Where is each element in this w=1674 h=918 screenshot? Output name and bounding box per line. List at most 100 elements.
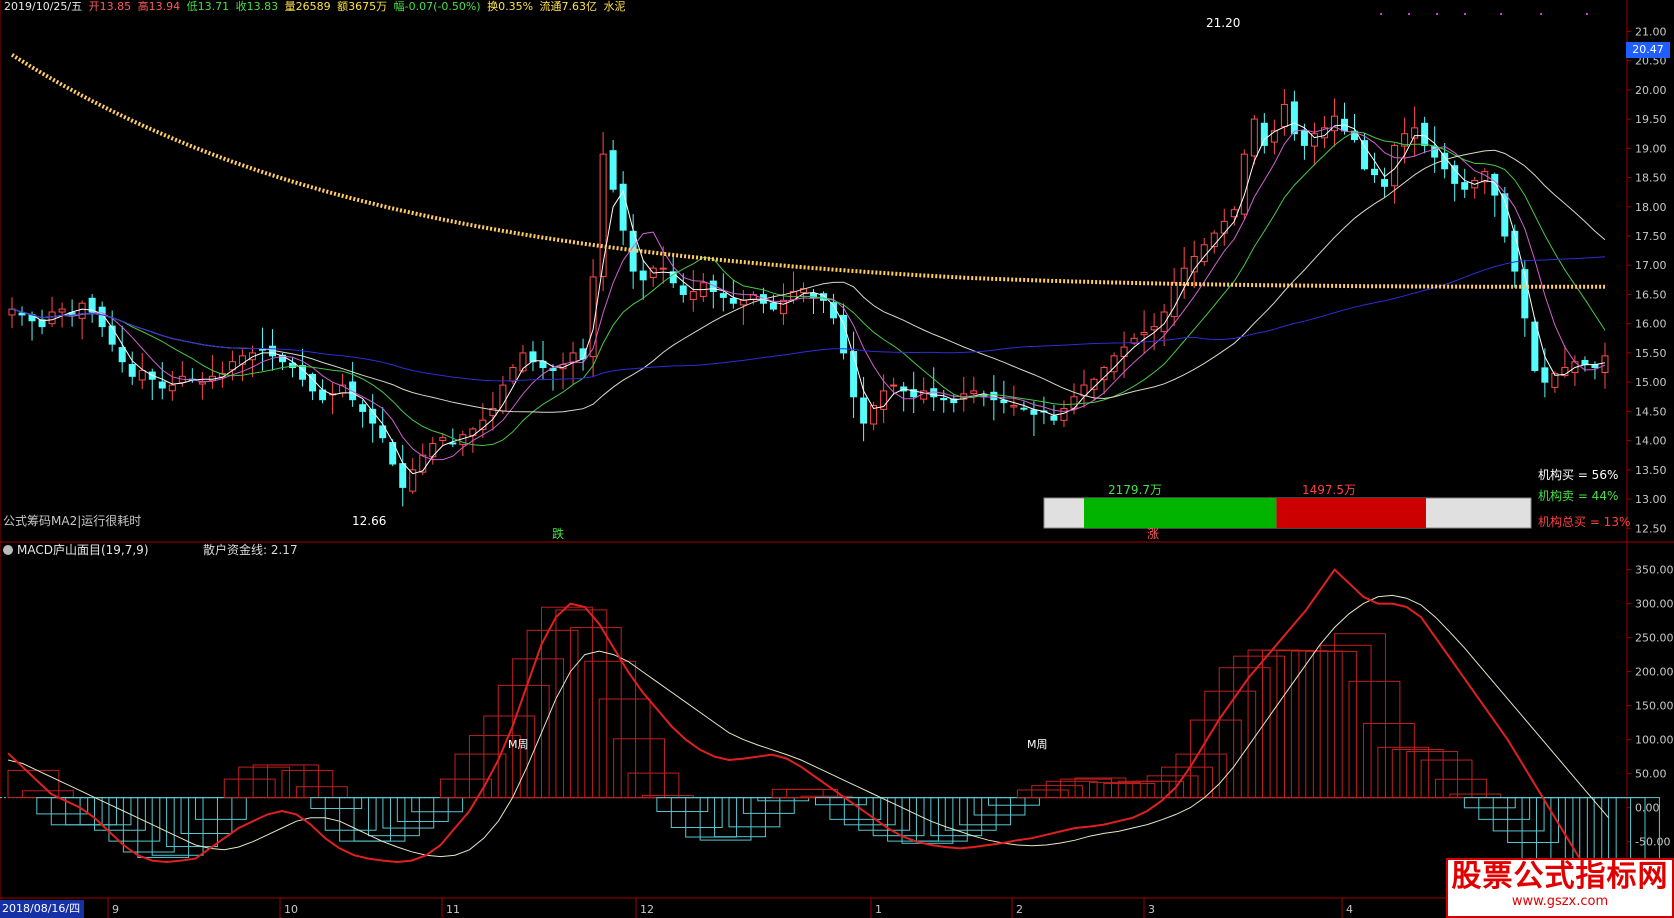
info-sector: 水泥 [603,0,626,13]
candle-body [779,299,787,315]
macd-tick-label: 250.00 [1635,632,1674,645]
macd-tick-label: 0.00 [1635,802,1660,815]
candle-body [729,297,737,304]
price-tick-label: 17.00 [1635,259,1667,272]
candle-body [118,347,126,363]
settings-icon[interactable] [3,545,13,555]
candle-body [1030,409,1038,415]
candle-body [168,384,176,392]
candle-body [850,351,858,398]
time-tick-label: 12 [640,903,654,916]
watermark-url: www.gszx.com [1511,894,1609,909]
candle-body [940,398,948,401]
watermark-title: 股票公式指标网 [1451,859,1669,894]
price-tick-label: 16.50 [1635,288,1667,301]
candle-body [108,325,116,345]
macd-tick-label: 150.00 [1635,700,1674,713]
candle-body [639,270,647,281]
time-tick-label: 2 [1016,903,1023,916]
candle-body [609,150,617,190]
long-term-dotted-line [10,53,1605,289]
info-high: 高13.94 [137,0,181,13]
candle-body [1431,146,1439,158]
candle-body [1361,140,1369,170]
candle-body [970,390,978,395]
candle-body [1371,168,1379,176]
inst-sell-pct: 机构卖 = 44% [1538,489,1619,503]
info-change: 幅-0.07(-0.50%) [393,0,481,13]
price-tick-label: 19.00 [1635,142,1667,155]
candle-body [1050,415,1058,421]
candle-body [719,293,727,298]
candle-body [128,364,136,377]
moving-average-line [11,256,1606,382]
candle-body [58,308,66,313]
candle-body [18,312,26,316]
info-turnover: 换0.35% [487,0,534,13]
candle-body [449,442,457,445]
price-tick-label: 13.50 [1635,464,1667,477]
candle-body [599,153,607,277]
time-tick-label: 11 [446,903,460,916]
candle-body [739,299,747,306]
marker-dot [1500,13,1502,15]
candle-body [1421,122,1429,146]
candle-body [659,267,667,270]
price-tick-label: 21.00 [1635,25,1667,38]
inst-buy-bar [1084,498,1277,528]
candle-body [1381,179,1389,187]
macd-tick-label: 350.00 [1635,564,1674,577]
candle-body [1250,118,1258,157]
candle-body [769,302,777,310]
info-low: 低13.71 [186,0,230,13]
candle-body [689,291,697,300]
candle-body [1451,165,1459,184]
candle-body [1300,130,1308,146]
price-tick-label: 14.50 [1635,405,1667,418]
price-tick-label: 15.00 [1635,376,1667,389]
candle-body [439,437,447,441]
candle-body [1531,321,1539,371]
candle-body [1591,364,1599,369]
time-tick-label: 3 [1148,903,1155,916]
macd-dea-line [7,594,1609,858]
price-tick-label: 18.50 [1635,172,1667,185]
candle-body [48,311,56,325]
inst-total-pct: 机构总买 = 13% [1538,515,1631,529]
price-tick-label: 18.00 [1635,201,1667,214]
low-price-marker: 12.66 [352,514,387,528]
cursor-date-badge: 2018/08/16/四 [0,900,84,918]
candle-body [1491,173,1499,196]
info-date: 2019/10/25/五 [4,0,83,13]
candle-body [1150,326,1158,331]
price-tick-label: 16.00 [1635,318,1667,331]
candle-body [238,355,246,365]
signal-down-label: 跌 [552,527,565,541]
inst-buy-amount: 2179.7万 [1108,483,1162,497]
price-tick-label: 17.50 [1635,230,1667,243]
candle-body [399,463,407,488]
watermark-logo: 股票公式指标网 www.gszx.com [1446,858,1674,918]
candle-body [1060,407,1068,421]
info-float: 流通7.63亿 [539,0,598,13]
candle-body [1461,182,1469,190]
marker-dot [1408,13,1410,15]
candle-body [1290,101,1298,135]
marker-dot [1436,13,1438,15]
candle-body [1160,311,1168,333]
inst-sell-amount: 1497.5万 [1302,483,1356,497]
candle-body [1020,407,1028,410]
candle-body [1581,360,1589,366]
current-price-badge: 20.47 [1626,42,1670,58]
candle-body [78,302,86,319]
candle-body [1140,331,1148,336]
marker-dot [1464,13,1466,15]
candle-body [679,285,687,295]
retail-fund-line: 散户资金线: 2.17 [203,543,298,557]
price-tick-label: 20.00 [1635,84,1667,97]
macd-tick-label: 100.00 [1635,734,1674,747]
candle-body [429,443,437,458]
stock-info-bar: 2019/10/25/五 开13.85 高13.94 低13.71 收13.83… [4,0,629,14]
candle-body [158,381,166,389]
macd-dif-line [7,568,1610,897]
